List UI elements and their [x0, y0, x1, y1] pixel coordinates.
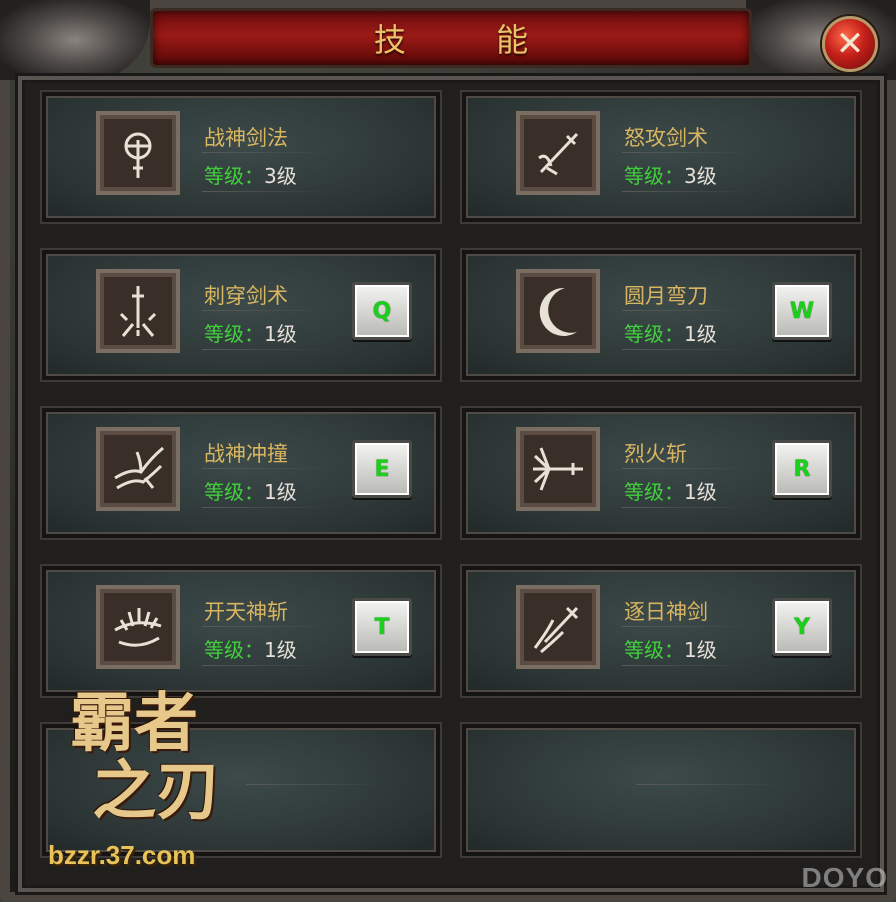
- game-logo: 霸者 之刃 bzzr.37.com: [40, 690, 260, 880]
- skill-level: 等级：1级: [624, 476, 717, 505]
- level-value: 1级: [684, 480, 717, 504]
- level-value: 1级: [264, 638, 297, 662]
- skill-slot[interactable]: 战神冲撞 等级：1级 E: [42, 408, 440, 538]
- skill-name: 烈火斩: [624, 442, 687, 466]
- skill-level: 等级：3级: [204, 160, 297, 189]
- skill-slot[interactable]: 刺穿剑术 等级：1级 Q: [42, 250, 440, 380]
- skill-level: 等级：1级: [204, 318, 297, 347]
- sun-chaser-sword-icon: [516, 585, 600, 669]
- hotkey-button[interactable]: T: [352, 598, 412, 656]
- level-label: 等级：: [204, 638, 264, 662]
- close-button[interactable]: ✕: [822, 16, 878, 72]
- skill-level: 等级：1级: [624, 634, 717, 663]
- divider: [622, 349, 752, 350]
- hotkey-button[interactable]: E: [352, 440, 412, 498]
- skill-level: 等级：1级: [624, 318, 717, 347]
- hotkey-letter: Y: [794, 614, 810, 640]
- level-label: 等级：: [204, 480, 264, 504]
- skill-level: 等级：1级: [204, 634, 297, 663]
- divider: [622, 626, 752, 627]
- divider: [636, 784, 786, 785]
- level-label: 等级：: [624, 322, 684, 346]
- divider: [202, 310, 332, 311]
- skill-slot[interactable]: 怒攻剑术 等级：3级: [462, 92, 860, 222]
- hotkey-letter: W: [789, 298, 815, 324]
- hotkey-letter: T: [374, 614, 390, 640]
- skill-name: 战神冲撞: [204, 442, 288, 466]
- level-value: 3级: [684, 164, 717, 188]
- trident-sword-icon: [96, 111, 180, 195]
- divider: [622, 152, 752, 153]
- close-icon: ✕: [835, 24, 865, 64]
- divider: [246, 784, 386, 785]
- divider: [202, 665, 332, 666]
- level-value: 1级: [684, 638, 717, 662]
- hotkey-letter: R: [793, 456, 811, 482]
- divider: [202, 626, 332, 627]
- sky-splitter-icon: [96, 585, 180, 669]
- logo-text: 霸者 之刃: [70, 686, 221, 829]
- piercing-sword-icon: [96, 269, 180, 353]
- level-label: 等级：: [624, 164, 684, 188]
- level-value: 1级: [684, 322, 717, 346]
- charge-burst-icon: [96, 427, 180, 511]
- window-title: 技 能: [373, 21, 569, 59]
- divider: [202, 191, 332, 192]
- divider: [202, 152, 332, 153]
- skill-name: 怒攻剑术: [624, 126, 708, 150]
- skill-name: 圆月弯刀: [624, 284, 708, 308]
- logo-url: bzzr.37.com: [48, 840, 196, 870]
- skill-name: 战神剑法: [204, 126, 288, 150]
- crescent-moon-icon: [516, 269, 600, 353]
- skill-name: 逐日神剑: [624, 600, 708, 624]
- divider: [202, 507, 332, 508]
- divider: [622, 310, 752, 311]
- skill-slot[interactable]: 圆月弯刀 等级：1级 W: [462, 250, 860, 380]
- level-label: 等级：: [624, 638, 684, 662]
- hotkey-button[interactable]: W: [772, 282, 832, 340]
- skill-slot[interactable]: 战神剑法 等级：3级: [42, 92, 440, 222]
- divider: [202, 468, 332, 469]
- empty-skill-slot: [462, 724, 860, 856]
- level-label: 等级：: [624, 480, 684, 504]
- skill-slot[interactable]: 逐日神剑 等级：1级 Y: [462, 566, 860, 696]
- watermark: DOYO: [801, 862, 888, 893]
- level-label: 等级：: [204, 322, 264, 346]
- hotkey-letter: Q: [372, 298, 392, 324]
- hotkey-button[interactable]: Q: [352, 282, 412, 340]
- divider: [622, 191, 752, 192]
- skill-name: 开天神斩: [204, 600, 288, 624]
- divider: [622, 468, 752, 469]
- divider: [622, 665, 752, 666]
- skill-level: 等级：3级: [624, 160, 717, 189]
- crossed-swords-icon: [516, 111, 600, 195]
- hotkey-letter: E: [374, 456, 390, 482]
- level-value: 1级: [264, 480, 297, 504]
- divider: [622, 507, 752, 508]
- hotkey-button[interactable]: R: [772, 440, 832, 498]
- flame-slash-icon: [516, 427, 600, 511]
- hotkey-button[interactable]: Y: [772, 598, 832, 656]
- skill-name: 刺穿剑术: [204, 284, 288, 308]
- level-value: 3级: [264, 164, 297, 188]
- window-title-bar: 技 能: [150, 8, 752, 68]
- divider: [202, 349, 332, 350]
- level-value: 1级: [264, 322, 297, 346]
- skill-level: 等级：1级: [204, 476, 297, 505]
- skill-slot[interactable]: 开天神斩 等级：1级 T: [42, 566, 440, 696]
- skill-slot[interactable]: 烈火斩 等级：1级 R: [462, 408, 860, 538]
- level-label: 等级：: [204, 164, 264, 188]
